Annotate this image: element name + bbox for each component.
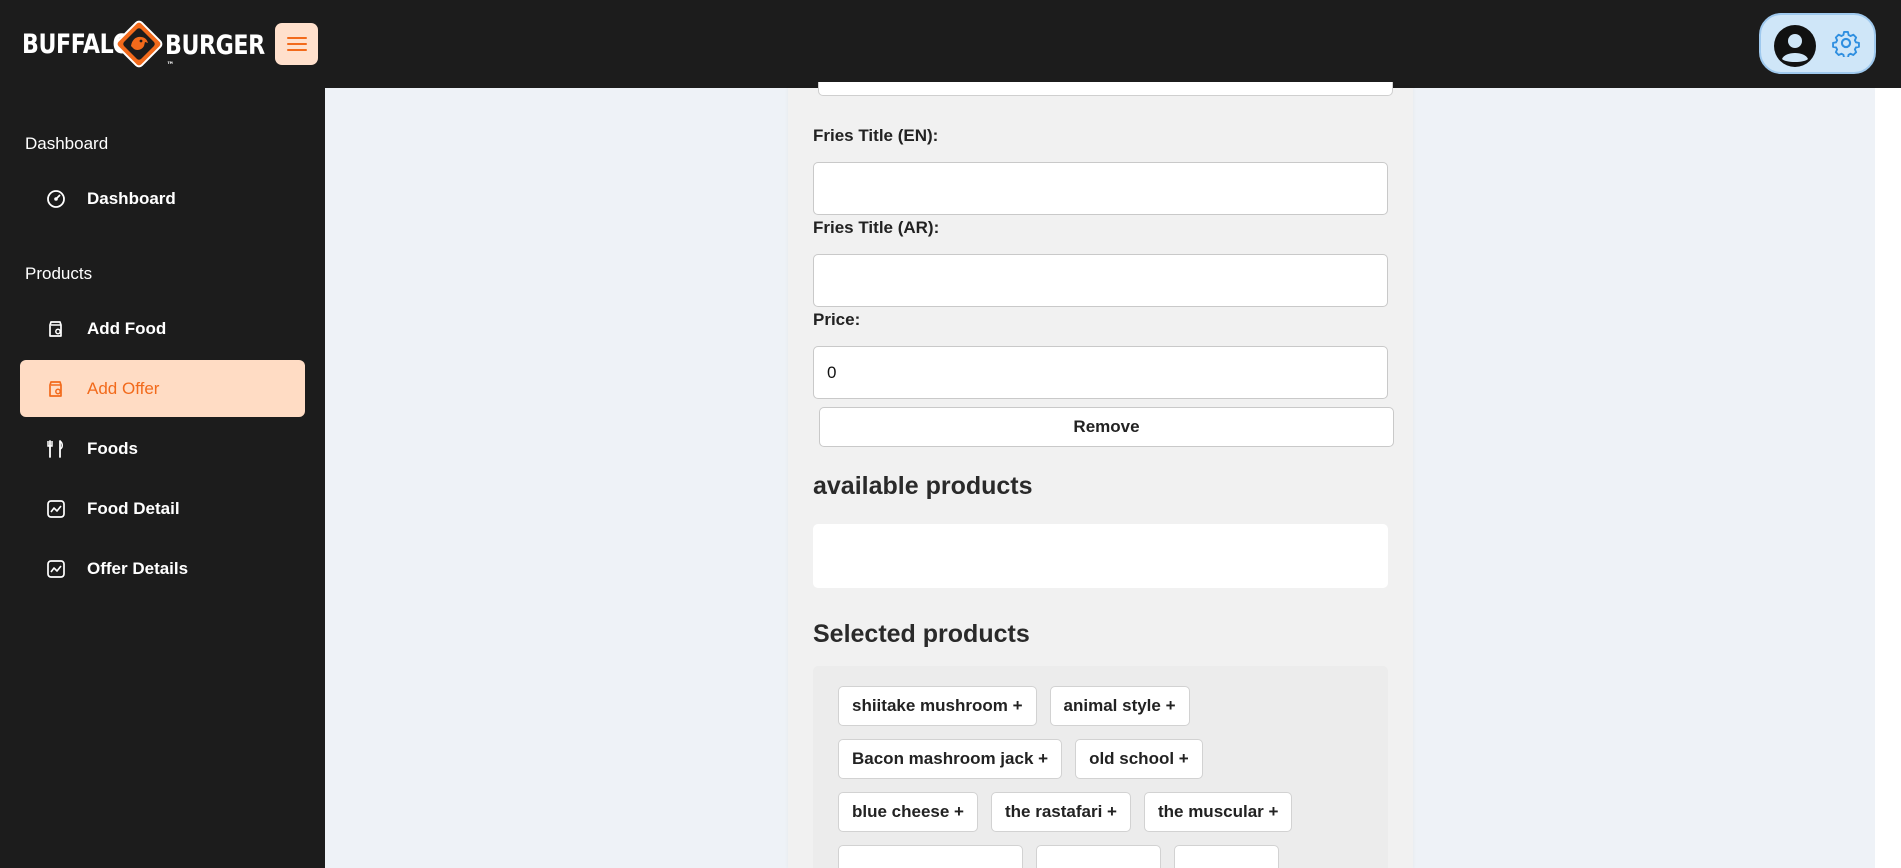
- sidebar-item-food-detail[interactable]: Food Detail: [20, 480, 305, 537]
- sidebar-section-dashboard: Dashboard: [25, 134, 109, 153]
- brand-name-right: BURGER: [165, 30, 265, 61]
- sidebar-item-label: Foods: [87, 438, 138, 458]
- remove-button[interactable]: Remove: [819, 407, 1394, 447]
- sidebar-item-foods[interactable]: Foods: [20, 420, 305, 477]
- product-chip[interactable]: the muscular +: [1143, 792, 1293, 832]
- top-bar: BUFFALO BURGER™: [0, 0, 1901, 88]
- trademark: ™: [166, 61, 174, 71]
- sidebar-item-add-offer[interactable]: Add Offer: [20, 360, 305, 417]
- selected-products-row: shiitake mushroom + animal style +: [838, 686, 1190, 726]
- sidebar-item-label: Offer Details: [87, 558, 189, 578]
- product-chip[interactable]: blue cheese +: [838, 792, 978, 832]
- product-chip-cut-off[interactable]: [1174, 845, 1279, 868]
- brand-logo[interactable]: BUFFALO BURGER™: [22, 18, 265, 71]
- gear-icon[interactable]: [1832, 29, 1860, 57]
- product-chip-cut-off[interactable]: [1036, 845, 1161, 868]
- fries-title-en-input[interactable]: [813, 162, 1388, 215]
- sidebar-item-dashboard[interactable]: Dashboard: [20, 170, 305, 227]
- menu-toggle-button[interactable]: [275, 23, 318, 65]
- product-chip[interactable]: the rastafari +: [990, 792, 1131, 832]
- sidebar-item-label: Add Food: [87, 318, 167, 338]
- product-chip[interactable]: old school +: [1075, 739, 1203, 779]
- fries-title-en-label: Fries Title (EN):: [813, 126, 939, 145]
- hamburger-menu-icon: [286, 37, 307, 51]
- chart-line-icon: [45, 498, 67, 520]
- user-menu[interactable]: [1759, 13, 1876, 74]
- content-right-edge: [1875, 88, 1901, 868]
- buffalo-logo-icon: [114, 19, 164, 69]
- selected-products-row-partial: [838, 845, 1279, 868]
- product-chip-cut-off[interactable]: [838, 845, 1023, 868]
- product-chip[interactable]: Bacon mashroom jack +: [838, 739, 1063, 779]
- product-chip[interactable]: shiitake mushroom +: [838, 686, 1037, 726]
- food-bag-icon: [45, 378, 67, 400]
- previous-input-field[interactable]: [818, 82, 1393, 96]
- price-input[interactable]: 0: [813, 346, 1388, 399]
- sidebar-item-label: Add Offer: [87, 378, 160, 398]
- sidebar-item-label: Dashboard: [87, 188, 176, 208]
- gauge-icon: [45, 188, 67, 210]
- user-avatar-icon[interactable]: [1774, 25, 1816, 67]
- fries-title-ar-label: Fries Title (AR):: [813, 218, 940, 237]
- food-bag-icon: [45, 318, 67, 340]
- brand-name-left: BUFFALO: [22, 28, 131, 60]
- available-products-heading: available products: [813, 472, 1033, 500]
- brand-logo-text: BUFFALO: [22, 28, 131, 60]
- product-chip[interactable]: animal style +: [1049, 686, 1190, 726]
- offer-form-card: Fries Title (EN): Fries Title (AR): Pric…: [788, 82, 1413, 868]
- selected-products-heading: Selected products: [813, 620, 1030, 648]
- fries-title-ar-input[interactable]: [813, 254, 1388, 307]
- sidebar-item-offer-details[interactable]: Offer Details: [20, 540, 305, 597]
- chart-line-icon: [45, 558, 67, 580]
- selected-products-row: Bacon mashroom jack + old school +: [838, 739, 1203, 779]
- available-products-list: [813, 524, 1388, 588]
- selected-products-row: blue cheese + the rastafari + the muscul…: [838, 792, 1293, 832]
- selected-products-list: shiitake mushroom + animal style + Bacon…: [813, 666, 1388, 868]
- sidebar-item-label: Food Detail: [87, 498, 180, 518]
- sidebar: Dashboard Dashboard Products Add Food Ad…: [0, 88, 325, 868]
- sidebar-item-add-food[interactable]: Add Food: [20, 300, 305, 357]
- brand-logo-text-right: BURGER™: [165, 30, 265, 92]
- price-label: Price:: [813, 310, 861, 329]
- utensils-icon: [45, 438, 67, 460]
- sidebar-section-products: Products: [25, 264, 93, 283]
